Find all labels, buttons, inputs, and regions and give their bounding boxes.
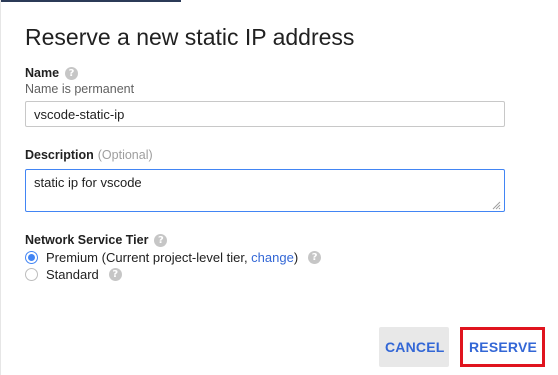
reserve-button[interactable]: RESERVE bbox=[460, 327, 545, 367]
name-input[interactable] bbox=[25, 101, 505, 127]
change-tier-link[interactable]: change bbox=[251, 250, 294, 265]
standard-help-icon[interactable]: ? bbox=[108, 268, 122, 281]
premium-radio[interactable] bbox=[25, 251, 38, 264]
name-label: Name bbox=[25, 66, 60, 80]
cancel-button[interactable]: CANCEL bbox=[379, 327, 449, 367]
radio-option-premium[interactable]: Premium (Current project-level tier, cha… bbox=[25, 250, 322, 265]
network-tier-label: Network Service Tier bbox=[25, 233, 149, 247]
standard-label: Standard bbox=[46, 267, 99, 282]
network-tier-help-icon[interactable]: ? bbox=[154, 233, 168, 247]
dialog-title: Reserve a new static IP address bbox=[25, 24, 355, 50]
radio-option-standard[interactable]: Standard ? bbox=[25, 267, 122, 282]
description-optional-label: (Optional) bbox=[97, 148, 153, 162]
top-edge-divider bbox=[1, 0, 181, 2]
premium-help-icon[interactable]: ? bbox=[308, 251, 322, 264]
network-tier-label-row: Network Service Tier ? bbox=[25, 233, 168, 247]
premium-label: Premium (Current project-level tier, cha… bbox=[46, 250, 299, 265]
name-label-row: Name ? bbox=[25, 66, 79, 80]
reserve-ip-dialog: Reserve a new static IP address Name ? N… bbox=[0, 0, 558, 375]
name-help-icon[interactable]: ? bbox=[65, 66, 79, 80]
resize-grip-icon[interactable] bbox=[492, 201, 501, 210]
description-label: Description bbox=[25, 148, 94, 162]
description-label-row: Description (Optional) bbox=[25, 148, 153, 162]
standard-radio[interactable] bbox=[25, 268, 38, 281]
name-hint: Name is permanent bbox=[25, 82, 135, 96]
description-textarea[interactable] bbox=[25, 169, 505, 212]
